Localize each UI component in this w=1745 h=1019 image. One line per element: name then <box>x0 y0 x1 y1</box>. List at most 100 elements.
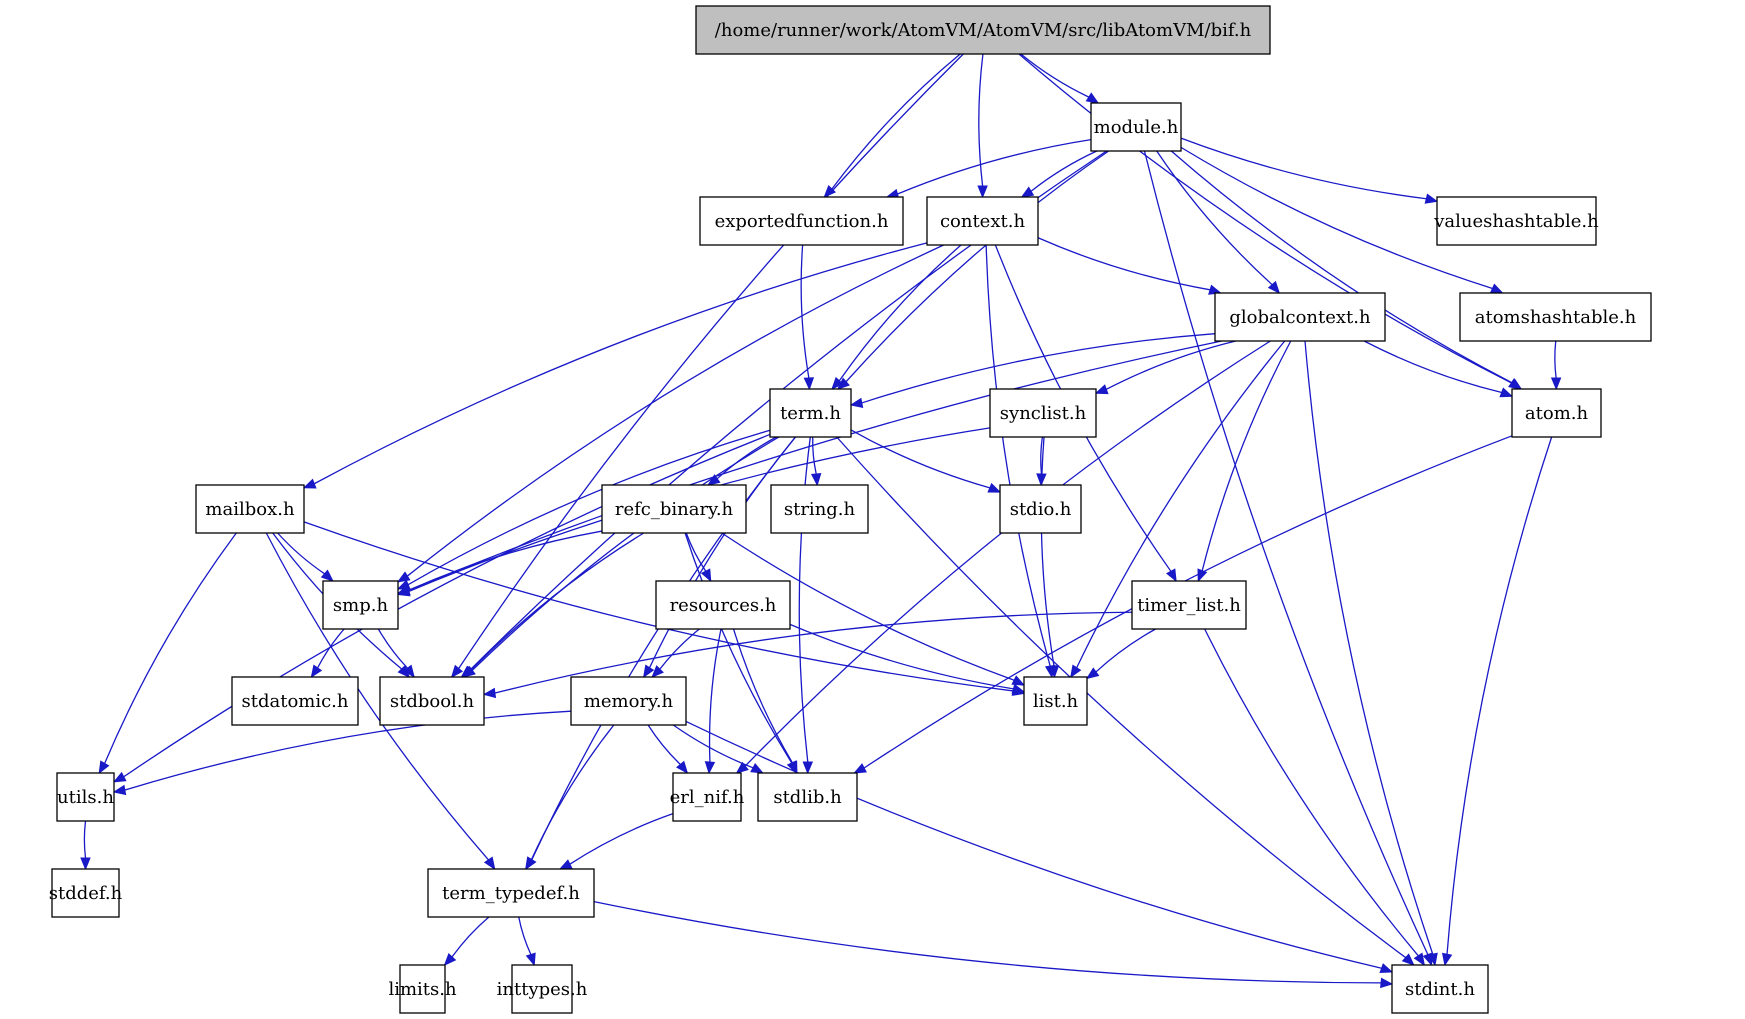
arrowhead-icon <box>482 687 497 699</box>
edge-module-to-context <box>1020 150 1098 198</box>
node-label: context.h <box>940 211 1026 232</box>
node-label: memory.h <box>584 691 674 712</box>
arrowhead-icon <box>803 377 815 391</box>
edge-utils-to-stddef <box>80 820 91 871</box>
edge-line <box>1106 340 1236 390</box>
nodes-layer: /home/runner/work/AtomVM/AtomVM/src/libA… <box>49 5 1652 1014</box>
node-term-typedef[interactable]: term_typedef.h <box>427 868 595 918</box>
arrowhead-icon <box>525 952 536 967</box>
edge-line <box>1554 340 1557 379</box>
node-label: term_typedef.h <box>442 883 580 904</box>
edge-term-to-stdint <box>836 436 1415 966</box>
node-stdatomic[interactable]: stdatomic.h <box>231 676 359 726</box>
node-globalcontext[interactable]: globalcontext.h <box>1214 292 1386 342</box>
node-valueshashtable[interactable]: valueshashtable.h <box>1433 196 1599 246</box>
edge-line <box>458 53 964 669</box>
node-module[interactable]: module.h <box>1090 102 1182 152</box>
node-string[interactable]: string.h <box>770 484 869 534</box>
node-bif: /home/runner/work/AtomVM/AtomVM/src/libA… <box>695 5 1271 55</box>
edge-line <box>831 53 961 190</box>
node-label: resources.h <box>670 595 777 616</box>
arrowhead-icon <box>1020 186 1035 198</box>
edge-line <box>569 813 674 865</box>
edge-refc_binary-to-stdbool <box>461 532 645 678</box>
arrowhead-icon <box>1550 377 1562 391</box>
edge-resources-to-list <box>789 623 1026 694</box>
node-atomshashtable[interactable]: atomshashtable.h <box>1459 292 1652 342</box>
node-label: stdio.h <box>1010 499 1072 520</box>
arrowhead-icon <box>977 185 988 199</box>
node-stdlib[interactable]: stdlib.h <box>757 772 858 822</box>
node-label: term.h <box>780 403 841 424</box>
arrowhead-icon <box>1166 568 1177 583</box>
arrowhead-icon <box>849 397 864 408</box>
arrowhead-icon <box>1011 675 1026 686</box>
node-refc-binary[interactable]: refc_binary.h <box>601 484 747 534</box>
edge-term_typedef-to-inttypes <box>518 916 536 967</box>
arrowhead-icon <box>302 478 317 489</box>
edge-line <box>593 900 1382 984</box>
node-stdbool[interactable]: stdbool.h <box>379 676 485 726</box>
node-label: globalcontext.h <box>1229 307 1371 328</box>
node-smp[interactable]: smp.h <box>322 580 399 630</box>
arrowhead-icon <box>750 762 764 774</box>
node-list[interactable]: list.h <box>1023 676 1088 726</box>
edge-line <box>104 532 237 764</box>
arrowhead-icon <box>310 664 323 679</box>
arrowhead-icon <box>320 569 334 582</box>
edge-memory-to-stdint <box>685 720 1394 974</box>
node-context[interactable]: context.h <box>926 196 1039 246</box>
node-label: stdint.h <box>1405 979 1475 1000</box>
edge-line <box>1170 150 1513 384</box>
edge-context-to-list <box>985 244 1056 679</box>
edge-atomshashtable-to-atom <box>1550 340 1562 391</box>
edge-line <box>1040 436 1055 667</box>
node-label: list.h <box>1033 691 1079 712</box>
node-timer-list[interactable]: timer_list.h <box>1131 580 1247 630</box>
node-inttypes[interactable]: inttypes.h <box>497 964 588 1014</box>
node-label: stdatomic.h <box>241 691 348 712</box>
arrowhead-icon <box>1499 387 1514 398</box>
edge-line <box>1020 53 1090 98</box>
edge-module-to-stdint <box>1143 150 1433 967</box>
node-mailbox[interactable]: mailbox.h <box>195 484 305 534</box>
edge-smp-to-stdatomic <box>310 628 345 679</box>
node-label: module.h <box>1094 117 1179 138</box>
node-stdint[interactable]: stdint.h <box>1391 964 1489 1014</box>
edge-term-to-stdbool <box>462 436 780 678</box>
edge-bif-to-exportedfunction <box>823 53 961 198</box>
arrowhead-icon <box>558 859 573 870</box>
edge-line <box>313 242 928 485</box>
node-resources[interactable]: resources.h <box>655 580 791 630</box>
edge-globalcontext-to-timer_list <box>1197 340 1292 583</box>
arrowhead-icon <box>810 473 822 487</box>
node-label: exportedfunction.h <box>715 211 889 232</box>
node-label: inttypes.h <box>497 979 588 1000</box>
node-label: erl_nif.h <box>670 787 745 808</box>
edge-globalcontext-to-atom <box>1363 340 1514 398</box>
node-utils[interactable]: utils.h <box>56 772 115 822</box>
edge-module-to-atom <box>1170 150 1523 390</box>
node-label: stddef.h <box>49 883 123 904</box>
node-limits[interactable]: limits.h <box>388 964 457 1014</box>
edge-line <box>451 916 490 958</box>
node-term[interactable]: term.h <box>769 388 852 438</box>
arrowhead-icon <box>987 482 1002 493</box>
arrowhead-icon <box>853 763 867 774</box>
arrowhead-icon <box>700 568 712 583</box>
node-memory[interactable]: memory.h <box>570 676 687 726</box>
node-label: stdlib.h <box>773 787 842 808</box>
edge-line <box>850 429 991 489</box>
arrowhead-icon <box>450 664 464 679</box>
node-erl-nif[interactable]: erl_nif.h <box>670 772 745 822</box>
edge-line <box>732 628 794 764</box>
node-exportedfunction[interactable]: exportedfunction.h <box>699 196 904 246</box>
node-stdio[interactable]: stdio.h <box>999 484 1082 534</box>
node-atom[interactable]: atom.h <box>1511 388 1602 438</box>
node-synclist[interactable]: synclist.h <box>989 388 1097 438</box>
edge-line <box>83 820 87 859</box>
edge-erl_nif-to-term_typedef <box>558 813 674 870</box>
arrowhead-icon <box>802 761 814 775</box>
edge-bif-to-module <box>1020 53 1100 104</box>
node-stddef[interactable]: stddef.h <box>49 868 123 918</box>
